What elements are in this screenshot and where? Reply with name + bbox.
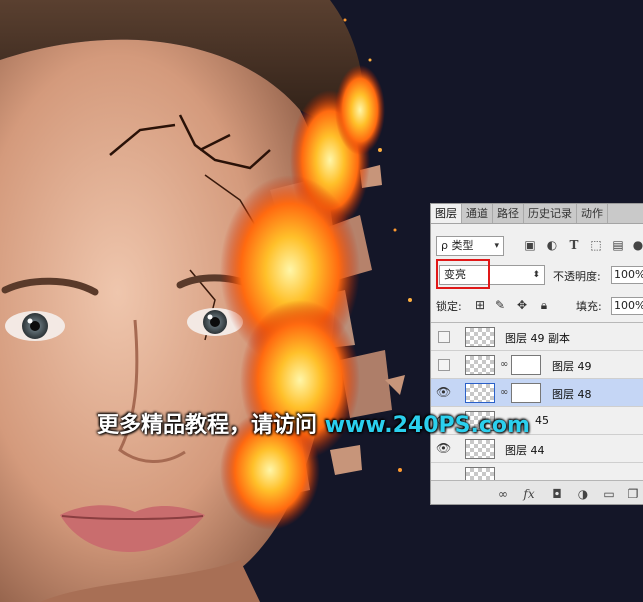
tab-history[interactable]: 历史记录 [524,204,577,223]
fill-input[interactable]: 100% [611,297,643,315]
panel-tab-bar: 图层 通道 路径 历史记录 动作 [431,204,643,224]
layer-thumbnail [465,383,495,403]
filter-kind-label: ρ 类型 [441,239,474,252]
blend-chevron-icon: ⬍ [532,270,540,280]
layer-thumbnail [465,467,495,481]
layer-list: 图层 49 副本 ∞ 图层 49 👁︎ ∞ 图层 48 👁︎ 45 👁︎ 图层 … [431,322,643,481]
eye-icon[interactable]: 👁︎ [436,385,451,399]
layer-name: 图层 48 [552,388,592,401]
filter-kind-select[interactable]: ρ 类型 ▾ [436,236,504,256]
layers-footer: ∞ fx ◘ ◑ ▭ ❐ [431,480,643,504]
opacity-input[interactable]: 100% [611,266,643,284]
layers-panel: 图层 通道 路径 历史记录 动作 ρ 类型 ▾ ▣ ◐ T ⬚ ▤ ● 变亮 ⬍… [430,203,643,505]
layer-row[interactable] [431,463,643,481]
tab-actions[interactable]: 动作 [577,204,608,223]
lock-row: 锁定: ⊞ ✎ ✥ 🔒︎ 填充: 100% [431,296,643,316]
image-filter-icon[interactable]: ▣ [523,238,537,252]
visibility-toggle[interactable] [438,331,450,343]
layer-thumbnail [465,355,495,375]
eye-icon[interactable]: 👁︎ [436,441,451,455]
layer-row-selected[interactable]: 👁︎ ∞ 图层 48 [431,379,643,407]
layer-thumbnail [465,439,495,459]
layer-name: 图层 44 [505,444,545,457]
watermark-text: 更多精品教程，请访问 [97,413,318,438]
smart-object-filter-icon[interactable]: ▤ [611,238,625,252]
shape-filter-icon[interactable]: ⬚ [589,238,603,252]
tab-paths[interactable]: 路径 [493,204,524,223]
layer-mask-thumbnail[interactable] [511,355,541,375]
new-layer-icon[interactable]: ❐ [625,486,641,502]
layer-row[interactable]: ∞ 图层 49 [431,351,643,379]
lock-brush-icon[interactable]: ✎ [493,298,507,312]
tab-channels[interactable]: 通道 [462,204,493,223]
layer-thumbnail [465,327,495,347]
watermark: 更多精品教程，请访问 www.240PS.com [97,407,530,439]
layer-row[interactable]: 👁︎ 图层 44 [431,435,643,463]
visibility-toggle[interactable] [438,359,450,371]
filter-toggle-icon[interactable]: ● [631,238,643,252]
link-layers-icon[interactable]: ∞ [495,486,511,502]
lock-label: 锁定: [436,300,462,313]
blend-mode-highlight [436,259,490,289]
layer-name: 图层 49 副本 [505,332,570,345]
link-icon[interactable]: ∞ [500,358,508,372]
layer-name: 45 [535,414,549,427]
layer-mask-thumbnail[interactable] [511,383,541,403]
filter-row: ρ 类型 ▾ ▣ ◐ T ⬚ ▤ ● [431,236,643,256]
lock-move-icon[interactable]: ✥ [515,298,529,312]
group-folder-icon[interactable]: ▭ [601,486,617,502]
adjustment-icon[interactable]: ◑ [575,486,591,502]
layer-row[interactable]: 图层 49 副本 [431,323,643,351]
opacity-label: 不透明度: [553,270,601,283]
lock-all-icon[interactable]: 🔒︎ [537,298,551,312]
layer-name: 图层 49 [552,360,592,373]
add-mask-icon[interactable]: ◘ [549,486,565,502]
adjustment-filter-icon[interactable]: ◐ [545,238,559,252]
lock-transparent-icon[interactable]: ⊞ [473,298,487,312]
chevron-down-icon: ▾ [494,241,499,251]
fx-icon[interactable]: fx [521,486,537,502]
fill-label: 填充: [576,300,602,313]
link-icon[interactable]: ∞ [500,386,508,400]
type-filter-icon[interactable]: T [567,238,581,252]
tab-layers[interactable]: 图层 [431,204,462,223]
watermark-url: www.240PS.com [324,413,530,438]
